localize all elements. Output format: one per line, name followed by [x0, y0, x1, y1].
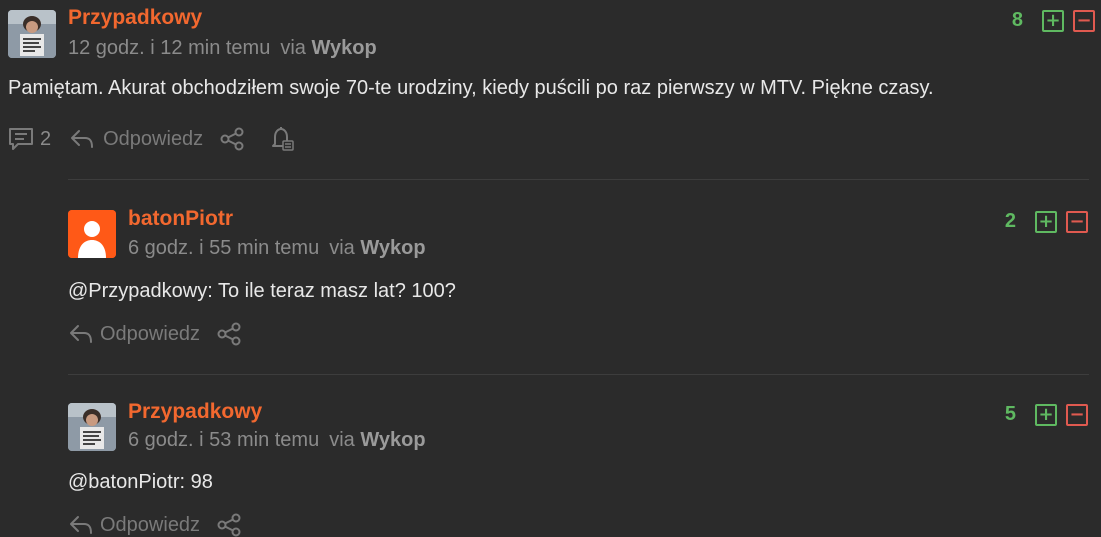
comment-meta: 12 godz. i 12 min temu via Wykop	[68, 37, 377, 60]
reply-comment: Przypadkowy 6 godz. i 53 min temu via Wyk…	[60, 375, 1101, 537]
notification-bell-button[interactable]	[269, 126, 295, 152]
reply-icon	[70, 325, 92, 343]
upvote-button[interactable]: +	[1042, 9, 1064, 32]
reply-button[interactable]: Odpowiedz	[68, 323, 200, 346]
vote-controls: 2 + −	[988, 210, 1088, 233]
reply-icon	[70, 516, 92, 534]
downvote-button[interactable]: −	[1066, 210, 1088, 233]
comment: Przypadkowy 12 godz. i 12 min temu via Wy…	[0, 0, 1101, 180]
comment-time[interactable]: 12 godz. i 12 min temu	[68, 37, 270, 59]
avatar[interactable]	[68, 210, 116, 258]
comment-text: Pamiętam. Akurat obchodziłem swoje 70-te…	[8, 77, 934, 99]
avatar[interactable]	[68, 403, 116, 451]
via-source: via Wykop	[329, 429, 426, 451]
reply-button[interactable]: Odpowiedz	[68, 514, 200, 537]
comment-actions: 2 Odpowiedz	[8, 126, 295, 152]
share-button[interactable]	[219, 127, 245, 151]
via-source: via Wykop	[329, 237, 426, 259]
share-icon	[217, 322, 241, 346]
share-button[interactable]	[216, 322, 242, 346]
comments-icon	[9, 128, 33, 150]
downvote-button[interactable]: −	[1073, 9, 1095, 32]
upvote-button[interactable]: +	[1035, 403, 1057, 426]
comment-actions: Odpowiedz	[68, 322, 242, 346]
comment-time[interactable]: 6 godz. i 55 min temu	[128, 237, 319, 259]
reply-label: Odpowiedz	[100, 322, 201, 345]
vote-controls: 5 + −	[988, 403, 1088, 426]
reply-label: Odpowiedz	[100, 513, 201, 536]
vote-controls: 8 + −	[995, 9, 1095, 32]
comment-meta: 6 godz. i 53 min temu via Wykop	[128, 429, 426, 452]
reply-count: 2	[40, 127, 52, 150]
comment-author[interactable]: Przypadkowy	[128, 400, 262, 424]
reply-button[interactable]: Odpowiedz	[69, 128, 203, 151]
upvote-button[interactable]: +	[1035, 210, 1057, 233]
avatar[interactable]	[8, 10, 56, 58]
reply-icon	[71, 130, 94, 148]
vote-score: 2	[1004, 210, 1016, 232]
comment-text: @batonPiotr: 98	[68, 471, 213, 493]
comment-meta: 6 godz. i 55 min temu via Wykop	[128, 237, 426, 260]
comment-time[interactable]: 6 godz. i 53 min temu	[128, 429, 319, 451]
comment-actions: Odpowiedz	[68, 513, 242, 537]
comment-author[interactable]: batonPiotr	[128, 207, 233, 231]
vote-score: 8	[1011, 9, 1023, 31]
comment-author[interactable]: Przypadkowy	[68, 6, 202, 30]
divider	[68, 179, 1089, 180]
downvote-button[interactable]: −	[1066, 403, 1088, 426]
reply-comment: batonPiotr 6 godz. i 55 min temu via Wyko…	[60, 182, 1101, 375]
reply-label: Odpowiedz	[103, 127, 204, 150]
replies-toggle[interactable]: 2	[8, 126, 51, 152]
share-icon	[220, 127, 244, 151]
share-icon	[217, 513, 241, 537]
via-source: via Wykop	[280, 37, 377, 59]
bell-icon	[272, 127, 294, 151]
comment-text: @Przypadkowy: To ile teraz masz lat? 100…	[68, 280, 456, 302]
share-button[interactable]	[216, 513, 242, 537]
vote-score: 5	[1004, 403, 1016, 425]
